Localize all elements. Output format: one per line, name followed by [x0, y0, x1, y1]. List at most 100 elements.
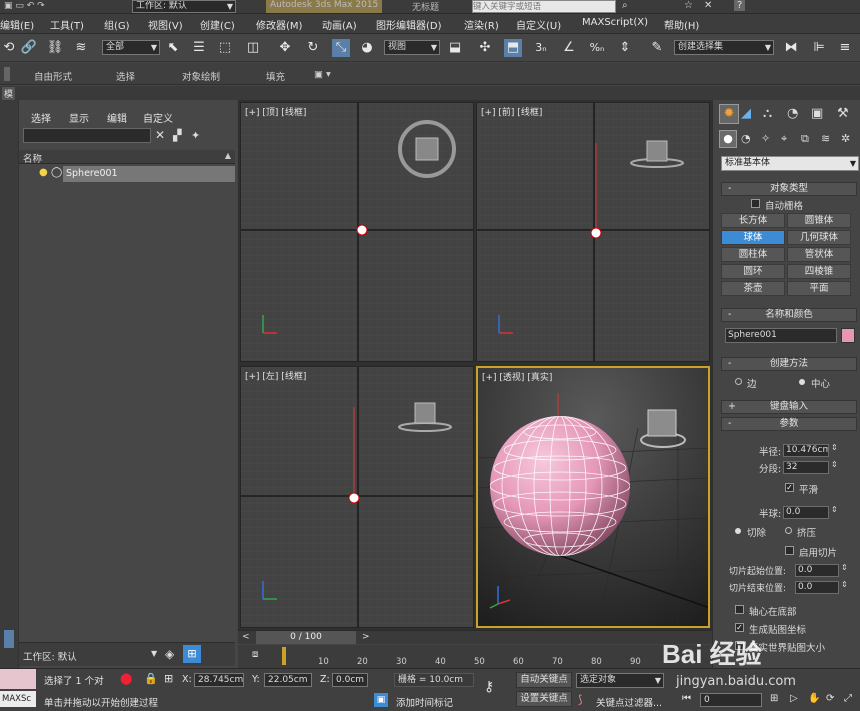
ribbon-tab-selection[interactable]: 选择	[116, 69, 135, 83]
tube-button[interactable]: 管状体	[787, 247, 851, 262]
viewport-top[interactable]: [+] [顶] [线框]	[240, 102, 474, 362]
angle-snap-icon[interactable]: ∠	[560, 39, 578, 57]
hemisphere-spinner-icon[interactable]: ⇕	[831, 505, 838, 514]
percent-snap-icon[interactable]: %ₙ	[588, 39, 606, 57]
select-by-name-icon[interactable]: ☰	[190, 39, 208, 57]
slice-to-field[interactable]: 0.0	[795, 581, 839, 594]
key-filters-label[interactable]: 关键点过滤器...	[596, 695, 662, 709]
helpers-icon[interactable]: ⧉	[801, 132, 809, 146]
goto-start-icon[interactable]: ⏮	[682, 693, 691, 704]
pan-icon[interactable]: ✋	[808, 693, 820, 704]
filter-icon[interactable]: ▞	[173, 129, 181, 142]
layers-icon[interactable]: ≡	[836, 39, 854, 57]
ribbon-tab-object-paint[interactable]: 对象绘制	[182, 69, 220, 83]
menu-tools[interactable]: 工具(T)	[50, 17, 84, 32]
window-crossing-icon[interactable]: ◫	[244, 39, 262, 57]
ribbon-tab-freeform[interactable]: 自由形式	[34, 69, 72, 83]
light-bulb-icon[interactable]: ●	[39, 167, 48, 178]
menu-customize[interactable]: 自定义(U)	[516, 17, 561, 32]
quick-access-icons[interactable]: ▣ ▭ ↶ ↷	[4, 1, 45, 11]
menu-modifiers[interactable]: 修改器(M)	[256, 17, 302, 32]
utilities-tab-icon[interactable]: ⚒	[837, 106, 849, 121]
ribbon-options-icon[interactable]: ▣ ▾	[314, 69, 331, 80]
clear-search-icon[interactable]: ✕	[155, 128, 165, 142]
maximize-viewport-icon[interactable]: ⤢	[844, 693, 852, 704]
add-time-tag-icon[interactable]: ▣	[374, 693, 388, 707]
viewport-left-label[interactable]: [+] [左] [线框]	[245, 369, 306, 382]
lights-icon[interactable]: ✧	[761, 132, 770, 145]
align-icon[interactable]: ⊫	[810, 39, 828, 57]
workspace-dropdown[interactable]: 工作区: 默认 ▼	[132, 0, 236, 13]
pyramid-button[interactable]: 四棱锥	[787, 264, 851, 279]
object-type-rollout[interactable]: - 对象类型	[721, 182, 857, 196]
transform-mode-icon[interactable]: ⊞	[164, 672, 173, 685]
time-slider[interactable]: < 0 / 100 >	[238, 630, 712, 644]
current-frame-field[interactable]: 0	[700, 693, 762, 707]
base-to-pivot-checkbox[interactable]	[735, 605, 744, 614]
radius-field[interactable]: 10.476cm	[783, 444, 829, 457]
plane-button[interactable]: 平面	[787, 281, 851, 296]
workspace-label[interactable]: 工作区: 默认	[23, 649, 77, 663]
track-bar[interactable]: ⧈ 10 20 30 40 50 60 70 80 90	[238, 645, 712, 668]
select-manipulate-icon[interactable]: ✣	[476, 39, 494, 57]
y-coord-field[interactable]: 22.05cm	[264, 673, 312, 687]
favorites-star-icon[interactable]: ☆	[684, 0, 693, 11]
selection-filter-dropdown[interactable]: 全部 ▼	[102, 40, 160, 55]
z-coord-field[interactable]: 0.0cm	[332, 673, 368, 687]
rect-selection-icon[interactable]: ⬚	[216, 39, 234, 57]
object-name-field[interactable]: Sphere001	[725, 328, 837, 343]
shapes-icon[interactable]: ◔	[741, 132, 751, 145]
smooth-checkbox[interactable]: ✓	[785, 483, 794, 492]
x-coord-field[interactable]: 28.745cm	[194, 673, 244, 687]
maxscript-listener-swatch[interactable]	[0, 669, 36, 689]
torus-button[interactable]: 圆环	[721, 264, 785, 279]
gen-mapping-checkbox[interactable]: ✓	[735, 623, 744, 632]
systems-icon[interactable]: ✲	[841, 132, 850, 145]
viewport-perspective-label[interactable]: [+] [透视] [真实]	[482, 370, 552, 383]
search-icon[interactable]: ⌕	[622, 0, 628, 11]
track-bar-toggle-icon[interactable]: ⧈	[252, 649, 258, 660]
pivot-center-icon[interactable]: ⬓	[446, 39, 464, 57]
workspace-dropdown-arrow-icon[interactable]: ▼	[151, 649, 157, 658]
place-icon[interactable]: ◕	[358, 39, 376, 57]
geosphere-button[interactable]: 几何球体	[787, 230, 851, 245]
scene-menu-customize[interactable]: 自定义	[143, 110, 173, 125]
creation-method-rollout[interactable]: - 创建方法	[721, 357, 857, 371]
scene-search-input[interactable]	[23, 128, 151, 143]
hemisphere-field[interactable]: 0.0	[783, 506, 829, 519]
sort-by-hierarchy-icon[interactable]: ⊞	[183, 645, 201, 663]
ribbon-tab-populate[interactable]: 填充	[266, 69, 285, 83]
maxscript-label[interactable]: MAXSc	[0, 691, 36, 707]
help-icon[interactable]: ?	[734, 0, 746, 11]
unlink-icon[interactable]: ⛓	[46, 39, 64, 57]
scene-menu-edit[interactable]: 编辑	[107, 110, 127, 125]
link-icon[interactable]: 🔗	[20, 39, 38, 57]
search-input[interactable]	[472, 0, 616, 13]
snap-3d-icon[interactable]: 3ₙ	[532, 39, 550, 57]
slice-to-spinner-icon[interactable]: ⇕	[841, 580, 848, 589]
current-frame-marker[interactable]	[282, 647, 286, 665]
reference-coord-dropdown[interactable]: 视图 ▼	[384, 40, 440, 55]
spinner-snap-icon[interactable]: ⇕	[616, 39, 634, 57]
add-time-tag-label[interactable]: 添加时间标记	[396, 695, 453, 709]
viewport-left[interactable]: [+] [左] [线框]	[240, 366, 474, 628]
name-color-rollout[interactable]: - 名称和颜色	[721, 308, 857, 322]
scale-icon[interactable]: ⤡	[332, 39, 350, 57]
display-tab-icon[interactable]: ▣	[811, 106, 823, 121]
keyboard-shortcut-icon[interactable]: ⬒	[504, 39, 522, 57]
viewport-front-label[interactable]: [+] [前] [线框]	[481, 105, 542, 118]
menu-maxscript[interactable]: MAXScript(X)	[582, 17, 648, 28]
slice-on-checkbox[interactable]	[785, 546, 794, 555]
close-icon[interactable]: ✕	[704, 0, 712, 11]
auto-key-button[interactable]: 自动关键点	[516, 672, 572, 688]
keyboard-entry-rollout[interactable]: + 键盘输入	[721, 400, 857, 414]
key-filter-dropdown[interactable]: 选定对象 ▼	[576, 673, 664, 688]
menu-rendering[interactable]: 渲染(R)	[464, 17, 499, 32]
key-mode-icon[interactable]: ⚷	[484, 679, 494, 695]
slice-from-field[interactable]: 0.0	[795, 564, 839, 577]
bind-spacewarp-icon[interactable]: ≋	[72, 39, 90, 57]
next-frame-icon[interactable]: >	[362, 632, 370, 642]
rotate-icon[interactable]: ↻	[304, 39, 322, 57]
category-dropdown[interactable]: 标准基本体 ▼	[721, 156, 859, 171]
geometry-icon[interactable]: ●	[719, 130, 737, 148]
